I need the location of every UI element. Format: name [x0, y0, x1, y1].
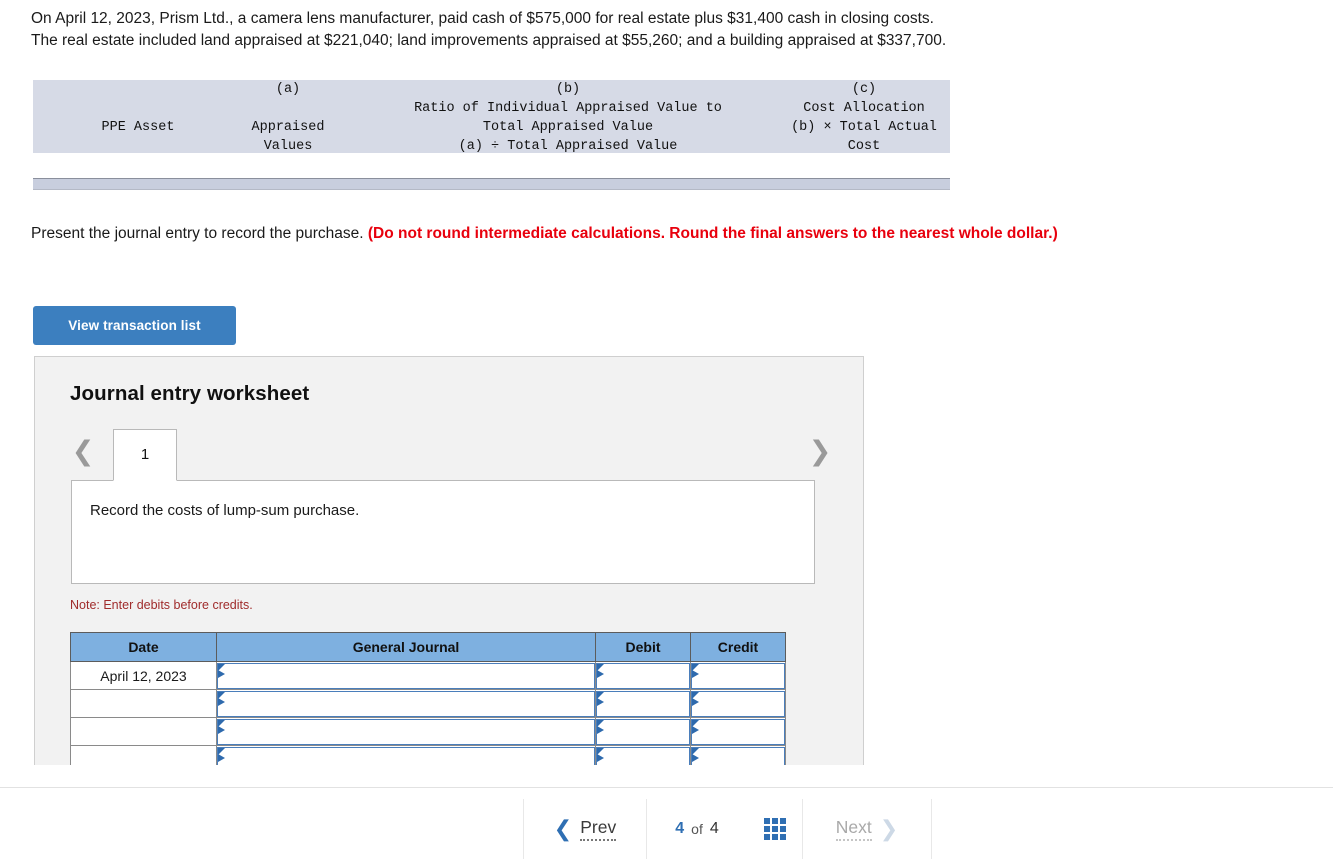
cell-debit-1[interactable] [595, 661, 691, 690]
problem-statement: On April 12, 2023, Prism Ltd., a camera … [31, 8, 1231, 52]
col-header-a-tag: (a) [275, 82, 301, 97]
worksheet-title: Journal entry worksheet [70, 382, 310, 405]
instruction-normal: Present the journal entry to record the … [31, 225, 368, 242]
cell-date-4 [70, 745, 217, 765]
journal-entry-table: Date General Journal Debit Credit April … [70, 632, 786, 765]
col-header-cost-allocation: Cost Allocation (b) × Total Actual Cost [778, 99, 950, 156]
problem-line-2: The real estate included land appraised … [31, 32, 947, 49]
col-header-appraised-line1: Appraised [251, 120, 325, 135]
account-input-1[interactable] [217, 662, 595, 689]
debit-input-2[interactable] [596, 690, 690, 717]
pagination-controls: ❮ Prev 4 of 4 Next ❯ [523, 798, 932, 860]
chevron-left-icon: ❮ [553, 816, 573, 842]
cell-credit-4[interactable] [690, 745, 786, 765]
cell-general-journal-2[interactable] [216, 689, 596, 718]
instruction-emphasis: (Do not round intermediate calculations.… [367, 225, 1058, 242]
column-header-date: Date [70, 632, 217, 662]
view-transaction-list-button[interactable]: View transaction list [33, 306, 236, 345]
debit-input-1[interactable] [596, 662, 690, 689]
grid-view-button[interactable] [747, 799, 802, 859]
col-header-c-tag: (c) [851, 82, 877, 97]
debit-input-3[interactable] [596, 718, 690, 745]
col-header-ratio: Ratio of Individual Appraised Value to T… [373, 99, 763, 156]
table-row [70, 689, 786, 718]
next-button[interactable]: Next ❯ [803, 799, 931, 859]
cell-credit-3[interactable] [690, 717, 786, 746]
col-header-appraised-line2: Values [263, 139, 313, 154]
table-row [70, 745, 786, 765]
chevron-right-icon: ❯ [879, 816, 899, 842]
credit-input-2[interactable] [691, 690, 785, 717]
horizontal-scrollbar[interactable] [33, 178, 950, 190]
page-total: 4 [709, 820, 719, 837]
column-header-general-journal: General Journal [216, 632, 596, 662]
cell-general-journal-3[interactable] [216, 717, 596, 746]
worksheet-tabbar: ❮ 1 ❯ [35, 429, 863, 481]
column-header-credit: Credit [690, 632, 786, 662]
col-header-cost-line3: Cost [847, 139, 881, 154]
next-label: Next [835, 817, 872, 841]
worksheet-description-text: Record the costs of lump-sum purchase. [90, 502, 360, 519]
col-header-ratio-line3: (a) ÷ Total Appraised Value [458, 139, 678, 154]
cost-allocation-table: PPE Asset (a) Appraised Values (b) Ratio… [33, 80, 950, 156]
col-header-cost-line2: (b) × Total Actual [791, 120, 937, 135]
table-header-row: Date General Journal Debit Credit [70, 632, 786, 662]
col-header-b-tag: (b) [555, 82, 581, 97]
problem-line-1: On April 12, 2023, Prism Ltd., a camera … [31, 10, 934, 27]
debit-input-4[interactable] [596, 746, 690, 765]
cell-general-journal-1[interactable] [216, 661, 596, 690]
cell-date-3 [70, 717, 217, 746]
account-input-3[interactable] [217, 718, 595, 745]
cell-date-2 [70, 689, 217, 718]
chevron-left-icon[interactable]: ❮ [70, 437, 96, 469]
credit-input-4[interactable] [691, 746, 785, 765]
worksheet-description-box: Record the costs of lump-sum purchase. [71, 480, 815, 584]
page-of-label: of [691, 821, 703, 837]
question-page: On April 12, 2023, Prism Ltd., a camera … [0, 0, 1333, 867]
chevron-right-icon[interactable]: ❯ [807, 437, 833, 469]
credit-input-3[interactable] [691, 718, 785, 745]
tabbar-underline [71, 480, 815, 481]
credit-input-1[interactable] [691, 662, 785, 689]
cost-allocation-table-header: PPE Asset (a) Appraised Values (b) Ratio… [33, 80, 950, 156]
account-input-2[interactable] [217, 690, 595, 717]
col-header-ratio-line2: Total Appraised Value [482, 120, 654, 135]
pagination-footer: ❮ Prev 4 of 4 Next ❯ [0, 787, 1333, 867]
col-header-cost-line1: Cost Allocation [803, 101, 925, 116]
col-header-appraised-values: Appraised Values [223, 118, 353, 156]
cell-debit-3[interactable] [595, 717, 691, 746]
page-indicator: 4 of 4 [647, 799, 747, 859]
grid-icon [763, 818, 786, 840]
cell-credit-2[interactable] [690, 689, 786, 718]
table-row [70, 717, 786, 746]
prev-label: Prev [580, 817, 617, 841]
col-header-ratio-line1: Ratio of Individual Appraised Value to [414, 101, 722, 116]
table-row: April 12, 2023 [70, 661, 786, 690]
cell-date-1: April 12, 2023 [70, 661, 217, 690]
cell-debit-2[interactable] [595, 689, 691, 718]
col-header-ppe-asset: PPE Asset [101, 120, 175, 135]
footer-divider-4 [931, 799, 932, 859]
instruction-text: Present the journal entry to record the … [31, 222, 1211, 245]
cell-general-journal-4[interactable] [216, 745, 596, 765]
worksheet-tab-1[interactable]: 1 [113, 429, 177, 481]
prev-button[interactable]: ❮ Prev [524, 799, 646, 859]
journal-entry-worksheet-panel: Journal entry worksheet ❮ 1 ❯ Record the… [34, 356, 864, 765]
account-input-4[interactable] [217, 746, 595, 765]
cell-debit-4[interactable] [595, 745, 691, 765]
debits-before-credits-note: Note: Enter debits before credits. [70, 598, 253, 612]
column-header-debit: Debit [595, 632, 691, 662]
cell-credit-1[interactable] [690, 661, 786, 690]
page-current: 4 [675, 820, 685, 837]
